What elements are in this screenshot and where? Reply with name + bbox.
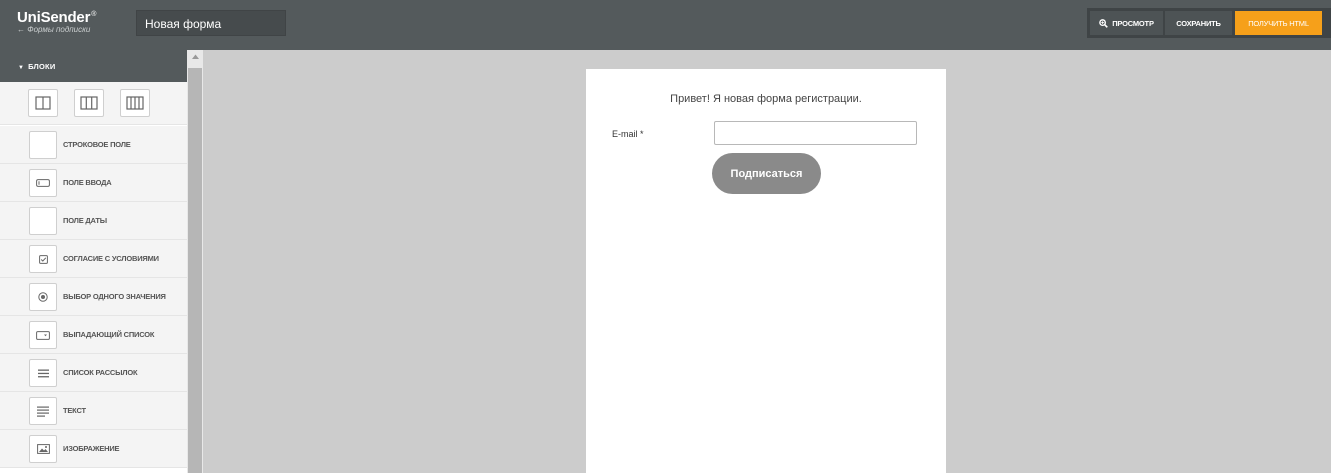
block-item-label: Выбор одного значения bbox=[63, 292, 166, 301]
block-item-input-field[interactable]: Поле ввода bbox=[0, 164, 187, 202]
block-item-date-field[interactable]: Поле даты bbox=[0, 202, 187, 240]
blocks-sidebar: ▼ Блоки Строковое поле bbox=[0, 50, 187, 473]
three-column-layout-button[interactable] bbox=[120, 89, 150, 117]
scroll-up-arrow-icon[interactable] bbox=[187, 54, 203, 64]
input-field-icon bbox=[29, 169, 57, 197]
block-item-string-field[interactable]: Строковое поле bbox=[0, 126, 187, 164]
three-column-layout-icon bbox=[126, 96, 144, 110]
form-name-input[interactable]: Новая форма bbox=[136, 10, 286, 36]
two-column-layout-icon bbox=[80, 96, 98, 110]
form-preview[interactable]: Привет! Я новая форма регистрации. E-mai… bbox=[586, 69, 946, 473]
block-item-mailing-lists[interactable]: Список рассылок bbox=[0, 354, 187, 392]
sidebar-scrollbar[interactable] bbox=[187, 50, 203, 473]
block-item-label: Текст bbox=[63, 406, 86, 415]
block-item-label: Список рассылок bbox=[63, 368, 138, 377]
image-icon bbox=[29, 435, 57, 463]
text-icon bbox=[29, 397, 57, 425]
logo-title: UniSender® bbox=[17, 9, 97, 26]
form-greeting-text: Привет! Я новая форма регистрации. bbox=[670, 93, 862, 105]
blank-icon bbox=[29, 207, 57, 235]
block-item-single-choice[interactable]: Выбор одного значения bbox=[0, 278, 187, 316]
top-bar: UniSender® ← Формы подписки Новая форма … bbox=[0, 0, 1331, 50]
radio-icon bbox=[29, 283, 57, 311]
block-item-text[interactable]: Текст bbox=[0, 392, 187, 430]
zoom-icon bbox=[1099, 18, 1109, 28]
block-item-label: Строковое поле bbox=[63, 140, 131, 149]
block-item-label: Поле ввода bbox=[63, 178, 112, 187]
email-input[interactable] bbox=[714, 121, 917, 145]
blocks-header-label: Блоки bbox=[28, 62, 56, 71]
block-item-label: Изображение bbox=[63, 444, 120, 453]
save-button[interactable]: Сохранить bbox=[1165, 11, 1232, 35]
block-item-dropdown[interactable]: Выпадающий список bbox=[0, 316, 187, 354]
one-column-layout-icon bbox=[35, 96, 51, 110]
two-column-layout-button[interactable] bbox=[74, 89, 104, 117]
preview-button[interactable]: Просмотр bbox=[1090, 11, 1163, 35]
form-canvas: Привет! Я новая форма регистрации. E-mai… bbox=[203, 50, 1331, 473]
blocks-section-header[interactable]: ▼ Блоки bbox=[0, 50, 187, 82]
checkbox-icon bbox=[29, 245, 57, 273]
block-item-label: Выпадающий список bbox=[63, 330, 155, 339]
block-item-image[interactable]: Изображение bbox=[0, 430, 187, 468]
list-icon bbox=[29, 359, 57, 387]
email-label: E-mail * bbox=[612, 129, 644, 139]
logo-link[interactable]: UniSender® ← Формы подписки bbox=[17, 9, 96, 34]
block-item-label: Согласие с условиями bbox=[63, 254, 159, 263]
preview-label: Просмотр bbox=[1112, 18, 1154, 28]
scrollbar-thumb[interactable] bbox=[188, 68, 202, 473]
blank-icon bbox=[29, 131, 57, 159]
toolbar-actions: Просмотр Сохранить Получить HTML bbox=[1087, 8, 1331, 38]
get-html-button[interactable]: Получить HTML bbox=[1235, 11, 1322, 35]
one-column-layout-button[interactable] bbox=[28, 89, 58, 117]
caret-down-icon: ▼ bbox=[18, 65, 25, 71]
block-item-label: Поле даты bbox=[63, 216, 107, 225]
dropdown-icon bbox=[29, 321, 57, 349]
back-to-forms-link[interactable]: ← Формы подписки bbox=[17, 25, 96, 34]
layout-options bbox=[0, 82, 187, 125]
subscribe-button[interactable]: Подписаться bbox=[712, 153, 821, 194]
block-item-consent[interactable]: Согласие с условиями bbox=[0, 240, 187, 278]
